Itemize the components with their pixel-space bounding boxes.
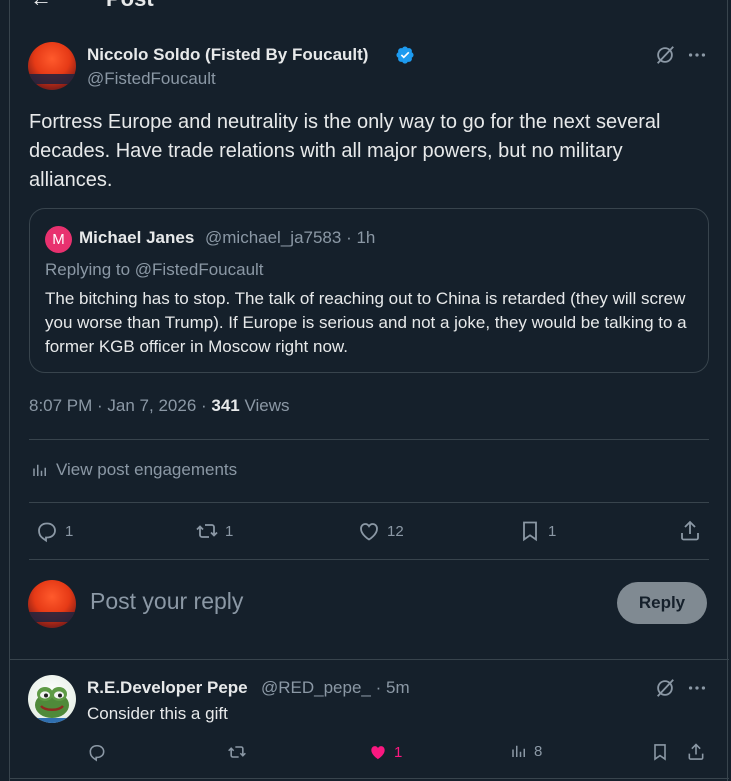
reply-author-name[interactable]: R.E.Developer Pepe	[87, 678, 248, 698]
view-engagements-link[interactable]: View post engagements	[31, 460, 237, 480]
author-name[interactable]: Niccolo Soldo (Fisted By Foucault)	[87, 45, 368, 65]
reply-action[interactable]: 1	[35, 519, 73, 543]
repost-count: 1	[225, 522, 234, 540]
post-meta: 8:07 PM · Jan 7, 2026 · 341 Views	[29, 396, 290, 416]
page-title: Post	[106, 0, 154, 12]
reply-input[interactable]: Post your reply	[90, 588, 243, 615]
quote-text: The bitching has to stop. The talk of re…	[45, 289, 687, 356]
reply-views-count: 8	[534, 742, 543, 760]
views-label: Views	[239, 396, 290, 415]
share-action[interactable]	[678, 519, 702, 543]
reply-icon	[89, 744, 105, 762]
analytics-icon	[33, 464, 46, 476]
share-icon	[688, 743, 704, 760]
reply-author-avatar[interactable]	[28, 675, 76, 723]
divider	[29, 439, 709, 440]
like-filled-icon	[371, 746, 385, 760]
quote-author-name: Michael Janes	[79, 228, 195, 247]
verified-badge-icon	[396, 46, 414, 64]
quote-author-handle: @michael_ja7583 · 1h	[205, 228, 376, 247]
share-icon	[681, 520, 699, 541]
engagements-label: View post engagements	[56, 460, 238, 479]
reply-like-count: 1	[394, 743, 403, 761]
reply-count: 1	[65, 522, 74, 540]
repost-icon	[228, 746, 246, 758]
grok-icon[interactable]	[654, 44, 676, 66]
reply-text: Consider this a gift	[87, 704, 228, 723]
reply-reply-action[interactable]	[87, 742, 107, 762]
divider	[10, 778, 729, 779]
reply-composer: Post your reply Reply	[10, 560, 729, 660]
reply-views-action[interactable]: 8	[510, 742, 542, 760]
author-avatar[interactable]	[28, 42, 76, 90]
views-count: 341	[211, 396, 240, 415]
reply-button[interactable]: Reply	[617, 582, 707, 624]
bookmark-icon	[523, 521, 537, 542]
quote-replying-to: Replying to @FistedFoucault	[45, 260, 264, 279]
like-icon	[360, 523, 378, 541]
divider	[29, 502, 709, 503]
author-handle[interactable]: @FistedFoucault	[87, 69, 216, 89]
reply-like-action[interactable]: 1	[368, 742, 402, 762]
like-count: 12	[387, 522, 404, 540]
bookmark-icon	[654, 744, 666, 761]
post-text: Fortress Europe and neutrality is the on…	[29, 111, 661, 191]
more-icon[interactable]	[686, 677, 708, 699]
bookmark-action[interactable]: 1	[518, 519, 556, 543]
more-icon[interactable]	[686, 44, 708, 66]
back-arrow-icon[interactable]: ←	[30, 0, 52, 12]
grok-icon[interactable]	[654, 677, 676, 699]
my-avatar	[28, 580, 76, 628]
pepe-frog-icon	[35, 687, 69, 723]
quoted-post[interactable]: M Michael Janes @michael_ja7583 · 1h Rep…	[29, 208, 709, 373]
quote-author-avatar: M	[45, 226, 72, 253]
reply-share-action[interactable]	[686, 742, 706, 762]
repost-icon	[196, 524, 218, 538]
post-timestamp[interactable]: 8:07 PM · Jan 7, 2026 ·	[29, 396, 211, 415]
post-detail-column: ← Post Niccolo Soldo (Fisted By Foucault…	[9, 0, 729, 781]
bookmark-count: 1	[548, 522, 557, 540]
like-action[interactable]: 12	[357, 519, 404, 543]
analytics-icon	[512, 745, 525, 757]
repost-action[interactable]: 1	[195, 519, 233, 543]
reply-repost-action[interactable]	[227, 742, 247, 762]
reply-author-handle[interactable]: @RED_pepe_ · 5m	[261, 678, 410, 698]
reply-bookmark-action[interactable]	[650, 742, 670, 762]
reply-icon	[38, 522, 56, 543]
